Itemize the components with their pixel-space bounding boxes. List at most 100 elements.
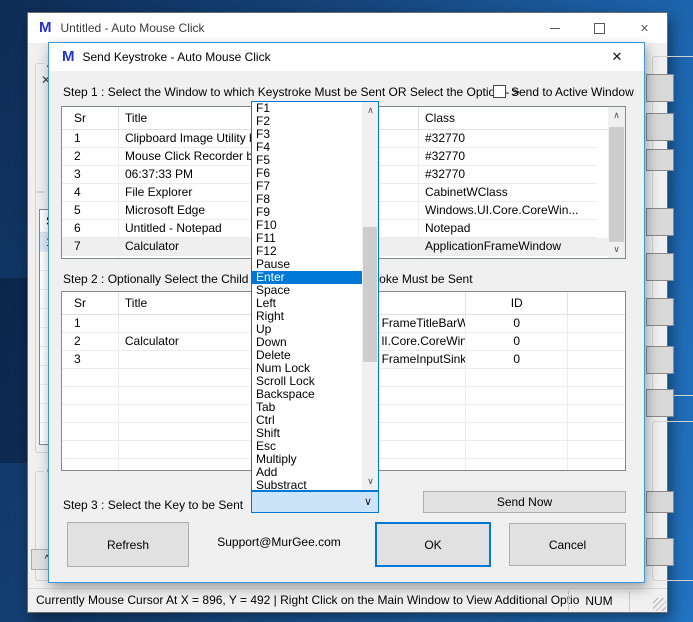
status-bar: Currently Mouse Cursor At X = 896, Y = 4… [28,588,667,612]
key-option[interactable]: Pause [252,258,362,271]
send-to-active-window-label[interactable]: Send to Active Window [511,85,634,99]
key-select-combobox[interactable]: ∨ [251,491,379,513]
cell [568,369,625,387]
main-titlebar[interactable]: M Untitled - Auto Mouse Click ✕ [28,13,667,43]
key-option[interactable]: Multiply [252,453,362,466]
resize-grip[interactable] [653,598,666,611]
key-option[interactable]: Up [252,323,362,336]
cell [568,441,625,459]
column-header[interactable]: Sr [62,292,119,314]
cancel-button[interactable]: Cancel [509,523,626,566]
side-button[interactable] [646,253,674,281]
maximize-button[interactable] [577,13,622,43]
key-option[interactable]: Down [252,336,362,349]
refresh-button[interactable]: Refresh [67,522,189,567]
key-option[interactable]: F2 [252,115,362,128]
key-option[interactable]: Num Lock [252,362,362,375]
scrollbar-thumb[interactable] [609,127,624,242]
key-option[interactable]: Substract [252,479,362,492]
key-option[interactable]: Ctrl [252,414,362,427]
cell: 4 [62,184,119,202]
cell [62,369,119,387]
key-option[interactable]: F1 [252,102,362,115]
side-button[interactable] [646,298,674,326]
send-now-button[interactable]: Send Now [423,491,626,513]
app-logo-icon: M [39,20,52,36]
column-header[interactable]: Sr [62,107,119,129]
key-option[interactable]: F10 [252,219,362,232]
key-option[interactable]: Delete [252,349,362,362]
cell: #32770 [419,166,597,184]
num-lock-indicator: NUM [568,591,630,611]
side-button[interactable] [646,113,674,141]
cell [119,315,252,333]
side-button[interactable] [646,389,674,417]
key-option[interactable]: Left [252,297,362,310]
refresh-label: Refresh [107,538,149,552]
key-option[interactable]: F8 [252,193,362,206]
column-header[interactable]: ID [466,292,568,314]
send-to-active-window-checkbox[interactable] [493,85,506,98]
cell [62,441,119,459]
cell [466,387,568,405]
close-icon: ✕ [612,49,623,65]
key-option[interactable]: F5 [252,154,362,167]
dialog-title: Send Keystroke - Auto Mouse Click [83,50,271,64]
column-header[interactable]: Title [119,292,252,314]
column-header[interactable] [568,292,625,314]
scroll-down-icon[interactable]: ∨ [362,473,379,490]
vertical-scrollbar[interactable]: ∧ ∨ [608,107,625,258]
dropdown-scrollbar[interactable]: ∧ ∨ [362,102,378,490]
close-icon: ✕ [640,22,649,35]
cell: Chrome_WidgetWin_1 [419,256,597,259]
cell [466,441,568,459]
side-button[interactable] [646,208,674,236]
cell: 5 [62,202,119,220]
key-option[interactable]: Shift [252,427,362,440]
key-option[interactable]: Backspace [252,388,362,401]
column-header[interactable]: Class [419,107,597,129]
scroll-up-icon[interactable]: ∧ [362,102,379,119]
key-option[interactable]: Add [252,466,362,479]
key-option[interactable]: F11 [252,232,362,245]
side-button[interactable] [646,538,674,566]
key-option[interactable]: Tab [252,401,362,414]
key-option[interactable]: F4 [252,141,362,154]
scroll-up-icon[interactable]: ∧ [608,107,625,124]
key-option[interactable]: F3 [252,128,362,141]
cell [119,441,252,459]
cell [62,387,119,405]
cell: 8 [62,256,119,259]
side-button[interactable] [646,74,674,102]
cell [466,423,568,441]
cell [466,459,568,471]
cell: 2 [62,333,119,351]
key-option[interactable]: Space [252,284,362,297]
side-button[interactable] [646,346,674,374]
key-option[interactable]: F9 [252,206,362,219]
key-option[interactable]: F7 [252,180,362,193]
key-option[interactable]: F12 [252,245,362,258]
dialog-close-button[interactable]: ✕ [602,43,632,71]
cell [119,405,252,423]
app-logo-icon: M [62,49,75,65]
cell: 0 [466,333,568,351]
minimize-button[interactable] [532,13,577,43]
ok-button[interactable]: OK [375,522,491,567]
close-button[interactable]: ✕ [622,13,667,43]
side-button[interactable] [646,491,674,513]
key-option[interactable]: Right [252,310,362,323]
key-option[interactable]: Esc [252,440,362,453]
key-option[interactable]: Scroll Lock [252,375,362,388]
cell [466,405,568,423]
key-option[interactable]: Enter [252,271,362,284]
key-option[interactable]: F6 [252,167,362,180]
cell: 1 [62,130,119,148]
cell [119,459,252,471]
keys-dropdown-list[interactable]: F1F2F3F4F5F6F7F8F9F10F11F12PauseEnterSpa… [251,101,379,491]
scroll-down-icon[interactable]: ∨ [608,241,625,258]
dialog-titlebar[interactable]: M Send Keystroke - Auto Mouse Click ✕ [49,43,644,71]
cell: 3 [62,166,119,184]
scrollbar-thumb[interactable] [363,227,377,362]
side-button[interactable] [646,149,674,171]
